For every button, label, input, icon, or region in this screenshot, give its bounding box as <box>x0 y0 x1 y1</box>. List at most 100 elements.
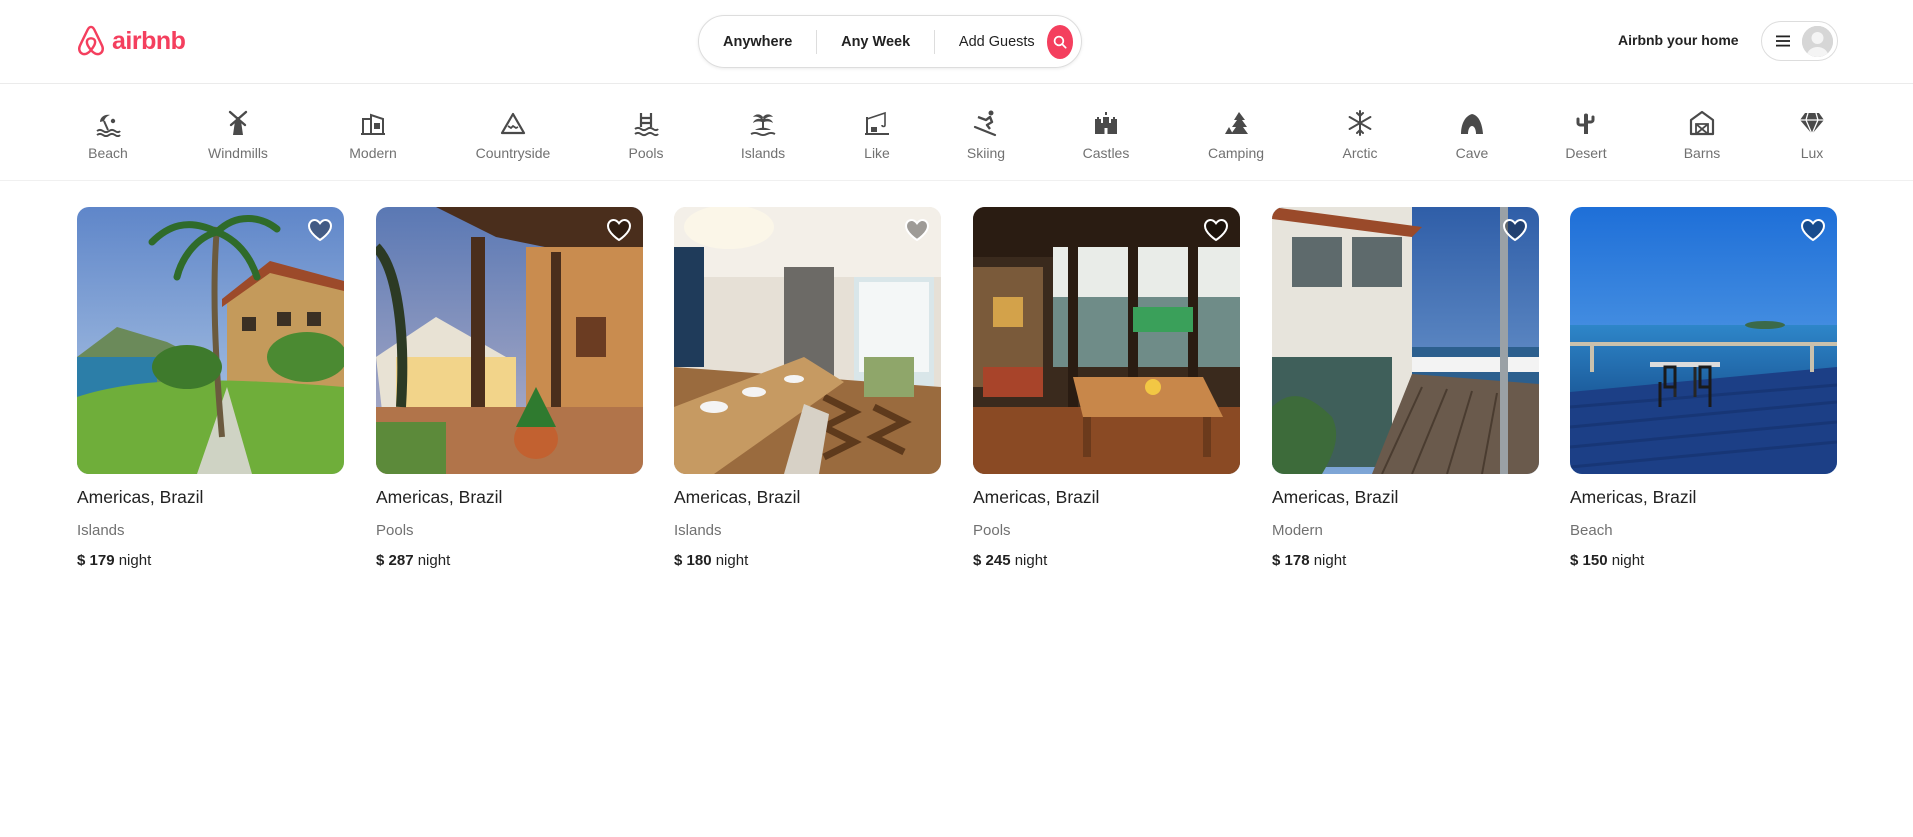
favorite-heart-icon[interactable] <box>904 218 930 242</box>
cave-icon <box>1461 114 1483 134</box>
category-modern[interactable]: Modern <box>323 109 423 161</box>
mountain-icon <box>500 112 526 135</box>
category-castles[interactable]: Castles <box>1056 109 1156 161</box>
category-bar: Beach Windmills Modern Countryside Pools <box>0 85 1913 181</box>
price-amount: 179 <box>89 552 115 569</box>
windmill-icon <box>228 110 248 135</box>
listing-price: $ 287 night <box>376 552 643 569</box>
category-like[interactable]: Like <box>827 109 927 161</box>
top-navbar: airbnb Anywhere Any Week Add Guests Airb… <box>0 0 1913 84</box>
search-where-button[interactable]: Anywhere <box>699 34 816 50</box>
listing-location: Americas, Brazil <box>1272 487 1399 507</box>
category-label: Camping <box>1207 145 1265 161</box>
listing-price: $ 150 night <box>1570 552 1837 569</box>
pool-icon <box>634 113 659 137</box>
user-avatar-icon <box>1802 25 1833 57</box>
category-cave[interactable]: Cave <box>1422 109 1522 161</box>
price-currency: $ <box>973 552 982 569</box>
barn-icon <box>1689 110 1715 136</box>
category-pools[interactable]: Pools <box>596 109 696 161</box>
category-label: Pools <box>628 145 664 161</box>
favorite-heart-icon[interactable] <box>307 218 333 242</box>
category-label: Like <box>864 145 890 161</box>
price-unit: night <box>417 552 451 569</box>
listing-category: Modern <box>1272 522 1323 539</box>
listing-location: Americas, Brazil <box>1570 487 1697 507</box>
listing-card[interactable]: Americas, Brazil Pools $ 245 night <box>973 207 1240 569</box>
airbnb-your-home-link[interactable]: Airbnb your home <box>1618 32 1739 48</box>
hamburger-icon <box>1776 35 1790 47</box>
skiing-icon <box>973 110 997 137</box>
listing-photo[interactable] <box>973 207 1240 474</box>
listing-photo[interactable] <box>1570 207 1837 474</box>
listing-price: $ 179 night <box>77 552 344 569</box>
price-currency: $ <box>1570 552 1579 569</box>
price-unit: night <box>1611 552 1645 569</box>
listing-photo[interactable] <box>1272 207 1539 474</box>
category-beach[interactable]: Beach <box>58 109 158 161</box>
listing-category: Beach <box>1570 522 1613 539</box>
price-currency: $ <box>674 552 683 569</box>
airbnb-logo[interactable]: airbnb <box>76 24 186 58</box>
listing-photo[interactable] <box>674 207 941 474</box>
favorite-heart-icon[interactable] <box>1800 218 1826 242</box>
favorite-heart-icon[interactable] <box>1203 218 1229 242</box>
camping-icon <box>1225 112 1248 134</box>
category-label: Barns <box>1683 145 1721 161</box>
favorite-heart-icon[interactable] <box>1502 218 1528 242</box>
listing-photo[interactable] <box>376 207 643 474</box>
listing-price: $ 245 night <box>973 552 1240 569</box>
search-guests-button[interactable]: Add Guests <box>935 34 1047 50</box>
price-unit: night <box>118 552 152 569</box>
listing-card[interactable]: Americas, Brazil Islands $ 179 night <box>77 207 344 569</box>
price-currency: $ <box>376 552 385 569</box>
favorite-heart-icon[interactable] <box>606 218 632 242</box>
search-bar[interactable]: Anywhere Any Week Add Guests <box>698 15 1082 68</box>
category-arctic[interactable]: Arctic <box>1310 109 1410 161</box>
category-label: Lux <box>1800 145 1824 161</box>
search-icon <box>1053 35 1067 49</box>
beach-icon <box>96 114 121 137</box>
listing-card[interactable]: Americas, Brazil Pools $ 287 night <box>376 207 643 569</box>
category-label: Desert <box>1565 145 1607 161</box>
category-label: Windmills <box>208 145 268 161</box>
listing-photo[interactable] <box>77 207 344 474</box>
price-amount: 178 <box>1284 552 1310 569</box>
airbnb-wordmark: airbnb <box>112 26 186 55</box>
island-icon <box>750 114 776 137</box>
category-label: Castles <box>1082 145 1130 161</box>
price-amount: 180 <box>686 552 712 569</box>
category-desert[interactable]: Desert <box>1536 109 1636 161</box>
airbnb-logo-icon <box>78 25 104 56</box>
listing-price: $ 180 night <box>674 552 941 569</box>
category-camping[interactable]: Camping <box>1186 109 1286 161</box>
snowflake-icon <box>1348 110 1372 136</box>
price-currency: $ <box>77 552 86 569</box>
diamond-icon <box>1800 112 1824 136</box>
category-lux[interactable]: Lux <box>1762 109 1862 161</box>
listing-card[interactable]: Americas, Brazil Beach $ 150 night <box>1570 207 1837 569</box>
search-when-button[interactable]: Any Week <box>817 34 934 50</box>
category-windmills[interactable]: Windmills <box>188 109 288 161</box>
category-label: Cave <box>1455 145 1489 161</box>
search-submit-button[interactable] <box>1046 24 1074 59</box>
price-amount: 150 <box>1582 552 1608 569</box>
category-skiing[interactable]: Skiing <box>936 109 1036 161</box>
price-unit: night <box>715 552 749 569</box>
category-label: Arctic <box>1342 145 1378 161</box>
category-label: Islands <box>740 145 786 161</box>
category-label: Modern <box>349 145 397 161</box>
category-islands[interactable]: Islands <box>713 109 813 161</box>
fishing-icon <box>865 111 889 135</box>
category-barns[interactable]: Barns <box>1652 109 1752 161</box>
listing-category: Islands <box>674 522 722 539</box>
listing-category: Pools <box>376 522 414 539</box>
listing-card[interactable]: Americas, Brazil Modern $ 178 night <box>1272 207 1539 569</box>
listing-image <box>1570 207 1837 474</box>
listing-category: Islands <box>77 522 125 539</box>
user-menu-button[interactable] <box>1761 21 1838 61</box>
category-countryside[interactable]: Countryside <box>463 109 563 161</box>
listing-image <box>376 207 643 474</box>
modern-building-icon <box>361 113 385 135</box>
listing-card[interactable]: Americas, Brazil Islands $ 180 night <box>674 207 941 569</box>
